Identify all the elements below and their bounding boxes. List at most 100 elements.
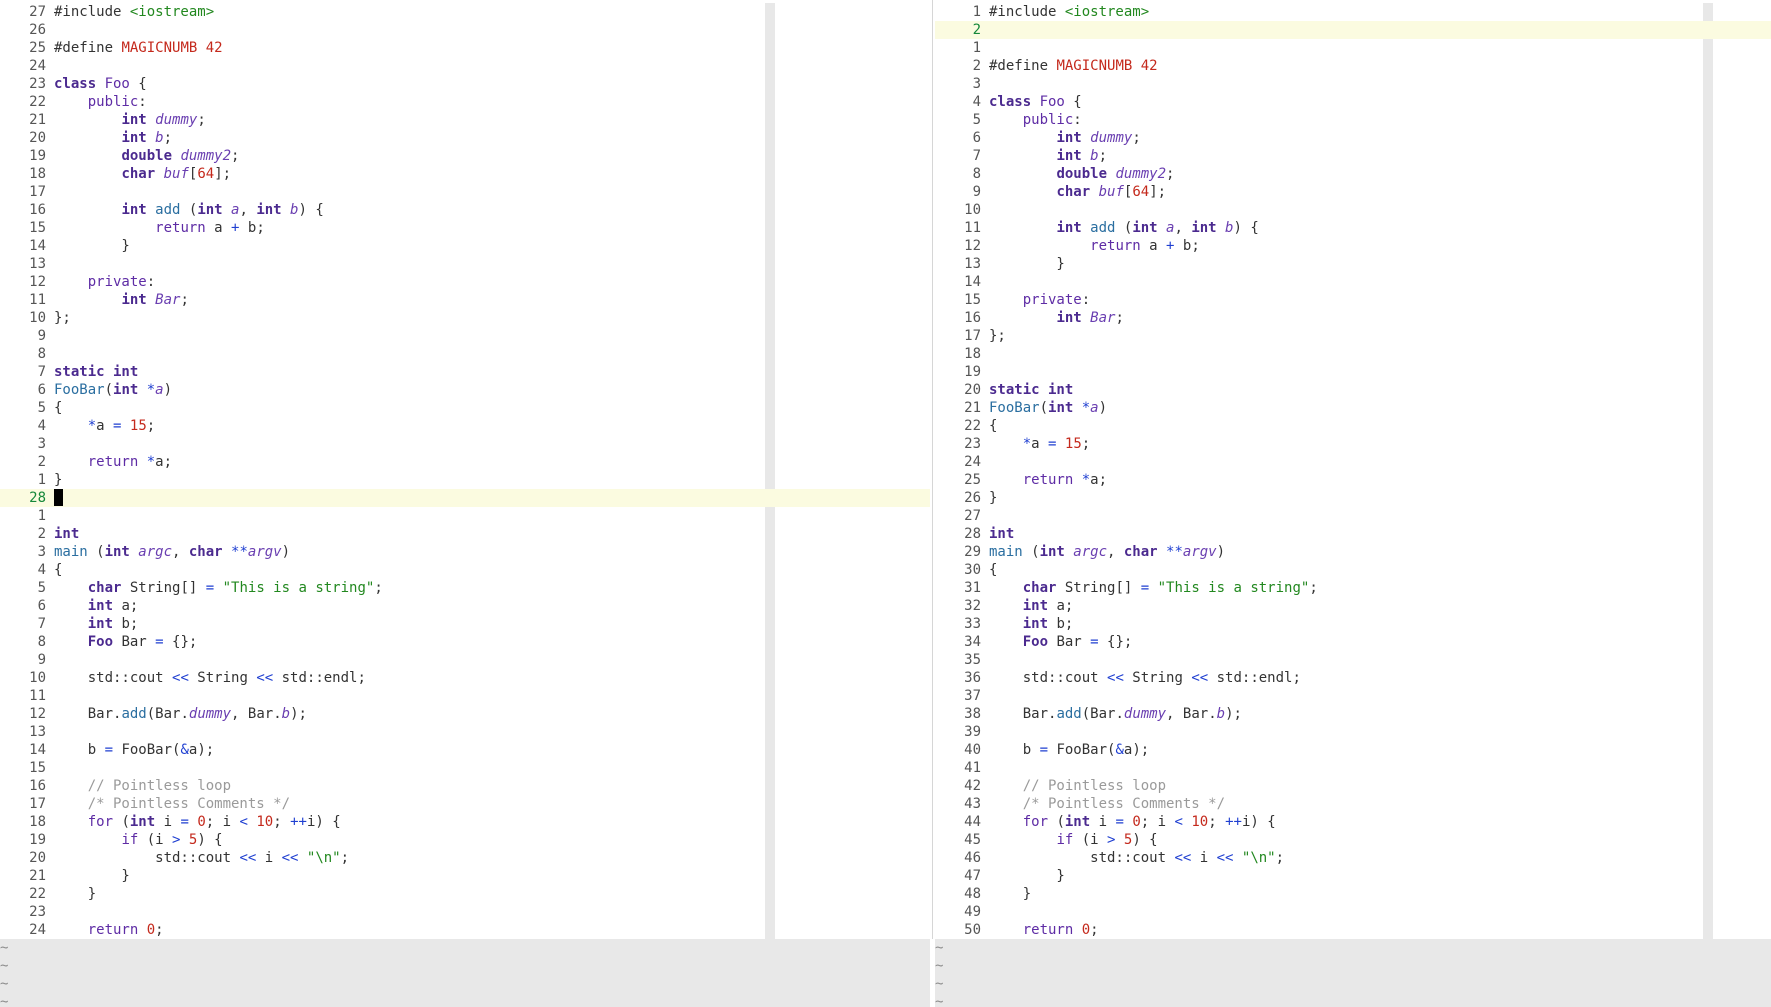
code-line[interactable]: 22 } bbox=[0, 885, 930, 903]
code-line[interactable]: 50 return 0; bbox=[935, 921, 1771, 939]
code-line[interactable]: 27 bbox=[935, 507, 1771, 525]
code-line[interactable]: 24 bbox=[0, 57, 930, 75]
code-line[interactable]: 2 #define MAGICNUMB 42 bbox=[935, 57, 1771, 75]
code-line[interactable]: 28 int bbox=[935, 525, 1771, 543]
code-line[interactable]: 6 FooBar(int *a) bbox=[0, 381, 930, 399]
left-code-lines[interactable]: 27 #include <iostream> 26 25 #define MAGICNU… bbox=[0, 3, 930, 939]
code-line[interactable]: 10 std::cout << String << std::endl; bbox=[0, 669, 930, 687]
left-editor-pane[interactable]: 27 #include <iostream> 26 25 #define MAGICNU… bbox=[0, 0, 930, 1007]
code-line[interactable]: 44 for (int i = 0; i < 10; ++i) { bbox=[935, 813, 1771, 831]
code-line[interactable]: 3 bbox=[935, 75, 1771, 93]
code-line[interactable]: 23 *a = 15; bbox=[935, 435, 1771, 453]
code-line[interactable]: 12 Bar.add(Bar.dummy, Bar.b); bbox=[0, 705, 930, 723]
code-line[interactable]: 16 // Pointless loop bbox=[0, 777, 930, 795]
code-line[interactable]: 14 bbox=[935, 273, 1771, 291]
code-line[interactable]: 4{ bbox=[0, 561, 930, 579]
code-line[interactable]: 16 int add (int a, int b) { bbox=[0, 201, 930, 219]
code-line[interactable]: 7 int b; bbox=[0, 615, 930, 633]
code-line[interactable]: 25 #define MAGICNUMB 42 bbox=[0, 39, 930, 57]
code-line[interactable]: 40 b = FooBar(&a); bbox=[935, 741, 1771, 759]
code-line[interactable]: 5{ bbox=[0, 399, 930, 417]
code-line[interactable]: 35 bbox=[935, 651, 1771, 669]
code-line[interactable]: 26 bbox=[0, 21, 930, 39]
code-line[interactable]: 15 private: bbox=[935, 291, 1771, 309]
code-line[interactable]: 12 return a + b; bbox=[935, 237, 1771, 255]
code-line[interactable]: 14 } bbox=[0, 237, 930, 255]
code-line[interactable]: 3 bbox=[0, 435, 930, 453]
code-line[interactable]: 6 int dummy; bbox=[935, 129, 1771, 147]
code-line[interactable]: 20 std::cout << i << "\n"; bbox=[0, 849, 930, 867]
code-line[interactable]: 4 *a = 15; bbox=[0, 417, 930, 435]
code-line[interactable]: 25 return *a; bbox=[935, 471, 1771, 489]
code-line[interactable]: 1} bbox=[0, 471, 930, 489]
code-line[interactable]: 9 bbox=[0, 327, 930, 345]
code-line[interactable]: 45 if (i > 5) { bbox=[935, 831, 1771, 849]
code-line[interactable]: 41 bbox=[935, 759, 1771, 777]
code-line[interactable]: 16 int Bar; bbox=[935, 309, 1771, 327]
code-line[interactable]: 19 if (i > 5) { bbox=[0, 831, 930, 849]
code-line[interactable]: 10}; bbox=[0, 309, 930, 327]
code-line[interactable]: 11 int Bar; bbox=[0, 291, 930, 309]
code-line[interactable]: 2 int bbox=[0, 525, 930, 543]
code-line[interactable]: 33 int b; bbox=[935, 615, 1771, 633]
code-line[interactable]: 30 { bbox=[935, 561, 1771, 579]
code-line[interactable]: 1 bbox=[0, 507, 930, 525]
code-line[interactable]: 39 bbox=[935, 723, 1771, 741]
code-line[interactable]: 19 double dummy2; bbox=[0, 147, 930, 165]
code-line[interactable]: 11 int add (int a, int b) { bbox=[935, 219, 1771, 237]
code-line[interactable]: 38 Bar.add(Bar.dummy, Bar.b); bbox=[935, 705, 1771, 723]
code-line[interactable]: 20 int b; bbox=[0, 129, 930, 147]
code-line[interactable]: 48 } bbox=[935, 885, 1771, 903]
code-line[interactable]: 18 for (int i = 0; i < 10; ++i) { bbox=[0, 813, 930, 831]
code-line[interactable]: 17 /* Pointless Comments */ bbox=[0, 795, 930, 813]
code-line[interactable]: 1 bbox=[935, 39, 1771, 57]
code-line[interactable]: 2 return *a; bbox=[0, 453, 930, 471]
code-line[interactable]: 8 bbox=[0, 345, 930, 363]
code-line[interactable]: 5 public: bbox=[935, 111, 1771, 129]
code-line[interactable]: 7 int b; bbox=[935, 147, 1771, 165]
code-line[interactable]: 37 bbox=[935, 687, 1771, 705]
code-line[interactable]: 42 // Pointless loop bbox=[935, 777, 1771, 795]
code-line[interactable]: 21 FooBar(int *a) bbox=[935, 399, 1771, 417]
code-line[interactable]: 6 int a; bbox=[0, 597, 930, 615]
code-line[interactable]: 47 } bbox=[935, 867, 1771, 885]
code-line[interactable]: 26} bbox=[935, 489, 1771, 507]
code-line[interactable]: 17}; bbox=[935, 327, 1771, 345]
code-line[interactable]: 15 return a + b; bbox=[0, 219, 930, 237]
code-line[interactable]: 29 main (int argc, char **argv) bbox=[935, 543, 1771, 561]
code-line[interactable]: 23 class Foo { bbox=[0, 75, 930, 93]
code-line[interactable]: 9 bbox=[0, 651, 930, 669]
code-line[interactable]: 31 char String[] = "This is a string"; bbox=[935, 579, 1771, 597]
code-line[interactable]: 24 return 0; bbox=[0, 921, 930, 939]
code-line[interactable]: 23 bbox=[0, 903, 930, 921]
code-line[interactable]: 18 bbox=[935, 345, 1771, 363]
right-code-lines[interactable]: 1 #include <iostream> 2 1 2 #define MAGICNUMB… bbox=[935, 3, 1771, 939]
code-line[interactable]: 7 static int bbox=[0, 363, 930, 381]
right-editor-pane[interactable]: 1 #include <iostream> 2 1 2 #define MAGICNUMB… bbox=[935, 0, 1771, 1007]
code-line[interactable]: 34 Foo Bar = {}; bbox=[935, 633, 1771, 651]
code-line[interactable]: 13 bbox=[0, 255, 930, 273]
code-line[interactable]: 8 double dummy2; bbox=[935, 165, 1771, 183]
code-line[interactable]: 15 bbox=[0, 759, 930, 777]
code-line[interactable]: 8 Foo Bar = {}; bbox=[0, 633, 930, 651]
code-line[interactable]: 24 bbox=[935, 453, 1771, 471]
code-line[interactable]: 43 /* Pointless Comments */ bbox=[935, 795, 1771, 813]
code-line[interactable]: 22 public: bbox=[0, 93, 930, 111]
code-line[interactable]: 22 { bbox=[935, 417, 1771, 435]
code-line[interactable]: 32 int a; bbox=[935, 597, 1771, 615]
code-line[interactable]: 4 class Foo { bbox=[935, 93, 1771, 111]
code-line[interactable]: 21 } bbox=[0, 867, 930, 885]
code-line[interactable]: 20 static int bbox=[935, 381, 1771, 399]
code-line[interactable]: 5 char String[] = "This is a string"; bbox=[0, 579, 930, 597]
code-line[interactable]: 1 #include <iostream> bbox=[935, 3, 1771, 21]
code-line[interactable]: 14 b = FooBar(&a); bbox=[0, 741, 930, 759]
code-line[interactable]: 13 } bbox=[935, 255, 1771, 273]
code-line[interactable]: 19 bbox=[935, 363, 1771, 381]
code-line[interactable]: 17 bbox=[0, 183, 930, 201]
code-line[interactable]: 2 bbox=[935, 21, 1771, 39]
code-line[interactable]: 10 bbox=[935, 201, 1771, 219]
code-line[interactable]: 49 bbox=[935, 903, 1771, 921]
code-line[interactable]: 21 int dummy; bbox=[0, 111, 930, 129]
code-line[interactable]: 11 bbox=[0, 687, 930, 705]
code-line[interactable]: 46 std::cout << i << "\n"; bbox=[935, 849, 1771, 867]
